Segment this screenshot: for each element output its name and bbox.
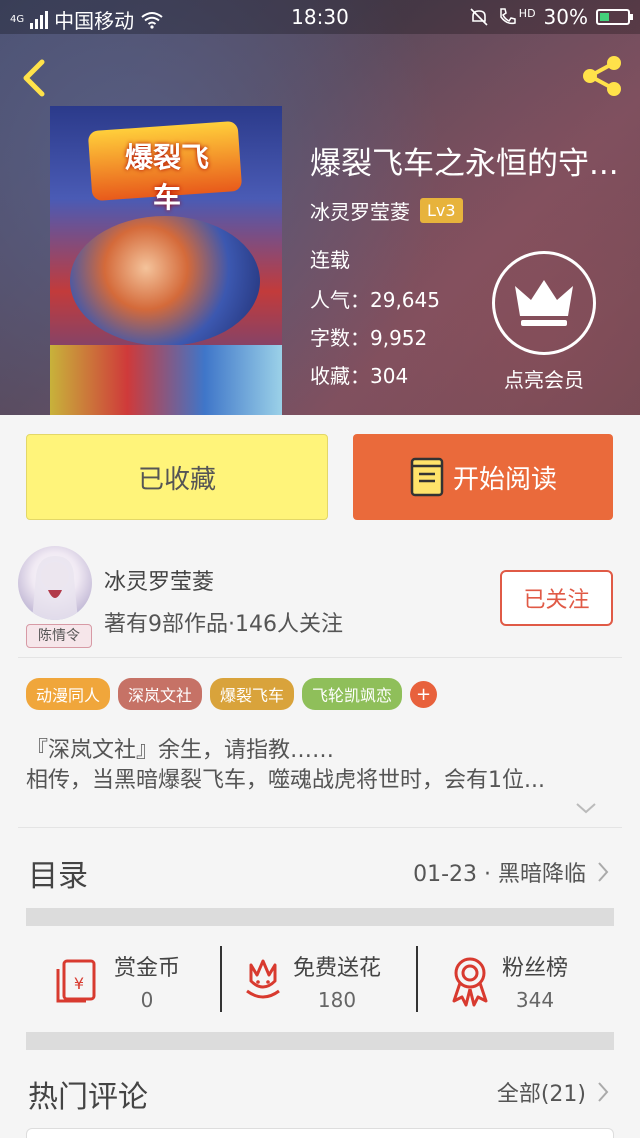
favorites-value: 304 <box>370 364 409 388</box>
comment-card[interactable] <box>26 1128 614 1138</box>
word-count-row: 字数：9,952 <box>310 322 427 351</box>
fan-ranking-label: 粉丝榜 <box>502 956 569 981</box>
start-reading-label: 开始阅读 <box>452 464 557 495</box>
hot-comments-title: 热门评论 <box>28 1080 148 1115</box>
tag-chip[interactable]: 爆裂飞车 <box>210 678 295 710</box>
stat-separator <box>220 946 222 1012</box>
battery-icon <box>596 9 633 25</box>
battery-percent: 30% <box>543 5 588 29</box>
free-flower-item[interactable]: 免费送花 180 <box>243 946 433 1016</box>
fan-ranking-value: 344 <box>515 988 555 1012</box>
mute-bell-icon <box>470 8 488 26</box>
reward-coins-label: 赏金币 <box>114 956 181 981</box>
favorited-label: 已收藏 <box>137 464 216 495</box>
author-name[interactable]: 冰灵罗莹菱 <box>310 196 410 225</box>
call-icon <box>500 8 516 25</box>
popularity-row: 人气：29,645 <box>310 284 440 313</box>
book-title: 爆裂飞车之永恒的守... <box>310 146 619 182</box>
toc-title[interactable]: 目录 <box>28 851 88 895</box>
book-description[interactable]: 『深岚文社』余生，请指教…… 相传，当黑暗爆裂飞车，噬魂战虎将世时，会有1位..… <box>26 736 612 796</box>
author-line: 冰灵罗莹菱 Lv3 <box>310 196 463 225</box>
crown-icon <box>515 280 573 326</box>
tag-chip[interactable]: 动漫同人 <box>26 678 111 710</box>
medal-icon <box>452 957 488 1007</box>
red-envelope-icon: ¥ <box>56 959 96 1003</box>
svg-text:¥: ¥ <box>74 974 84 993</box>
chevron-right-icon <box>598 1082 609 1102</box>
expand-chevron-icon[interactable] <box>574 800 598 816</box>
avatar-illustration <box>32 556 78 620</box>
reward-coins-item[interactable]: ¥ 赏金币 0 <box>52 946 242 1016</box>
description-line-2: 相传，当黑暗爆裂飞车，噬魂战虎将世时，会有1位... <box>26 768 545 793</box>
followed-label: 已关注 <box>523 588 590 613</box>
share-icon[interactable] <box>578 52 626 100</box>
all-comments-label: 全部(21) <box>496 1082 586 1107</box>
tag-list: 动漫同人 深岚文社 爆裂飞车 飞轮凯飒恋 + <box>26 678 438 710</box>
followed-button[interactable]: 已关注 <box>500 570 613 626</box>
cover-cars-shape <box>50 345 282 415</box>
tag-chip[interactable]: 飞轮凯飒恋 <box>302 678 403 710</box>
favorited-button[interactable]: 已收藏 <box>26 434 328 520</box>
free-flower-value: 180 <box>317 988 357 1012</box>
tag-chip[interactable]: 深岚文社 <box>118 678 203 710</box>
reward-coins-value: 0 <box>140 988 154 1012</box>
chevron-right-icon <box>598 862 609 882</box>
cover-art-shape <box>70 216 260 346</box>
avatar-tag: 陈情令 <box>26 624 92 648</box>
latest-chapter-label: 01-23 · 黑暗降临 <box>413 862 586 887</box>
back-icon[interactable] <box>16 56 56 100</box>
cover-title: 爆裂飞车 <box>124 141 209 214</box>
favorites-row: 收藏：304 <box>310 360 408 389</box>
hd-label: HD <box>518 6 536 20</box>
book-header: 4G 中国移动 18:30 HD 30% 爆裂飞车 爆裂飞车之永恒的守... 冰… <box>0 0 640 415</box>
flower-icon <box>246 959 280 999</box>
author-card-stats: 著有9部作品·146人关注 <box>104 612 343 637</box>
serial-status: 连载 <box>310 248 350 272</box>
all-comments-link[interactable]: 全部(21) <box>497 1076 610 1108</box>
word-count-value: 9,952 <box>370 326 428 350</box>
stat-separator <box>416 946 418 1012</box>
status-bar: 4G 中国移动 18:30 HD 30% <box>0 0 640 34</box>
start-reading-button[interactable]: 开始阅读 <box>353 434 613 520</box>
favorites-label: 收藏： <box>310 364 370 388</box>
free-flower-label: 免费送花 <box>293 956 382 981</box>
level-badge: Lv3 <box>420 198 463 223</box>
toc-latest-chapter[interactable]: 01-23 · 黑暗降临 <box>413 856 610 888</box>
fan-ranking-item[interactable]: 粉丝榜 344 <box>448 946 638 1016</box>
section-divider <box>18 657 622 658</box>
add-tag-button[interactable]: + <box>410 680 438 708</box>
vip-crown-button[interactable] <box>492 251 596 355</box>
vip-label[interactable]: 点亮会员 <box>480 364 608 393</box>
book-icon <box>410 457 444 497</box>
author-avatar[interactable] <box>18 546 92 620</box>
popularity-value: 29,645 <box>370 288 440 312</box>
popularity-label: 人气： <box>310 288 370 312</box>
word-count-label: 字数： <box>310 326 370 350</box>
description-line-1: 『深岚文社』余生，请指教…… <box>26 738 335 763</box>
book-cover[interactable]: 爆裂飞车 <box>50 106 282 415</box>
section-band <box>26 1032 614 1050</box>
section-band <box>26 908 614 926</box>
author-card-name[interactable]: 冰灵罗莹菱 <box>104 564 214 596</box>
section-divider <box>18 827 622 828</box>
